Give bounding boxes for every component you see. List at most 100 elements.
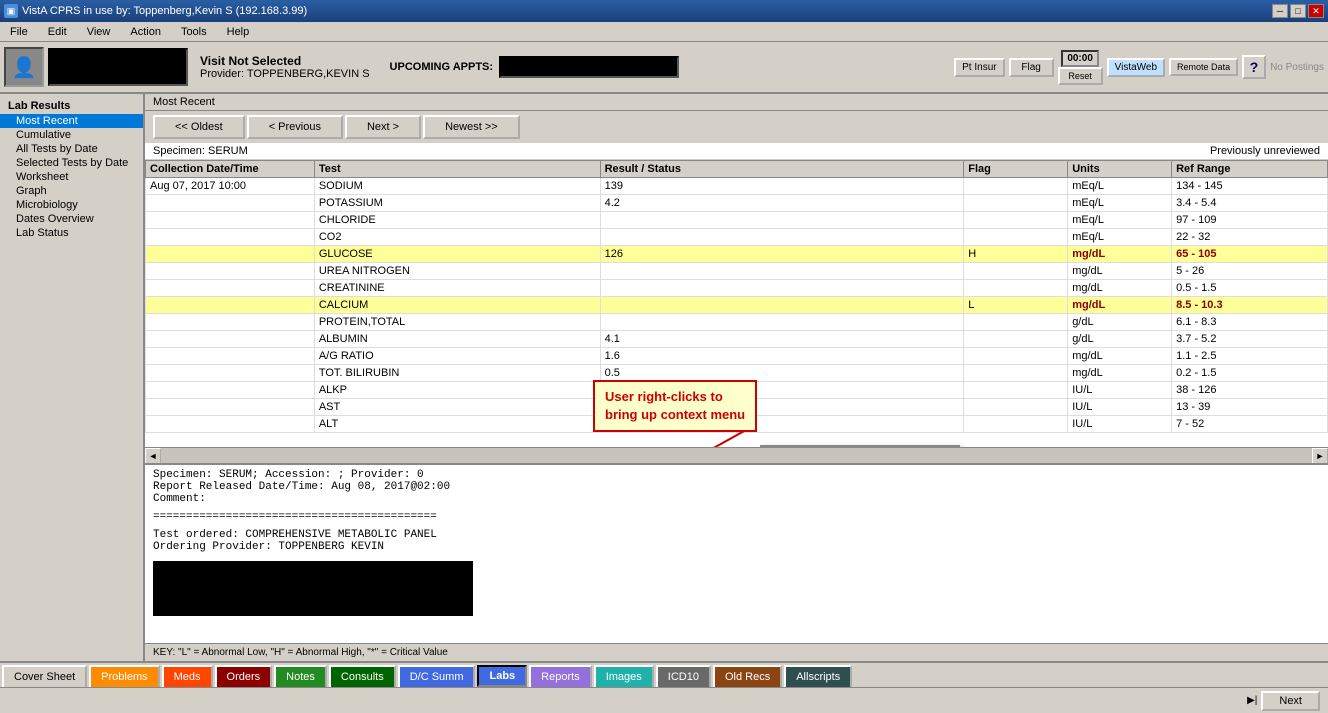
- table-row[interactable]: CREATININE mg/dL 0.5 - 1.5: [146, 280, 1328, 297]
- menu-help[interactable]: Help: [221, 24, 256, 40]
- cell-date: [146, 399, 315, 416]
- table-row[interactable]: PROTEIN,TOTAL g/dL 6.1 - 8.3: [146, 314, 1328, 331]
- oldest-button[interactable]: << Oldest: [153, 115, 245, 139]
- cell-ref: 65 - 105: [1172, 246, 1328, 263]
- table-row[interactable]: Aug 07, 2017 10:00 SODIUM 139 mEq/L 134 …: [146, 178, 1328, 195]
- menu-action[interactable]: Action: [124, 24, 167, 40]
- flag-button[interactable]: Flag: [1009, 58, 1054, 77]
- tab-allscripts[interactable]: Allscripts: [784, 665, 852, 687]
- cell-result: [600, 229, 964, 246]
- tab-oldrecs[interactable]: Old Recs: [713, 665, 782, 687]
- sidebar-item-worksheet[interactable]: Worksheet: [0, 170, 143, 184]
- cell-result: [600, 314, 964, 331]
- sidebar-item-microbiology[interactable]: Microbiology: [0, 198, 143, 212]
- sidebar-item-cumulative[interactable]: Cumulative: [0, 128, 143, 142]
- table-row[interactable]: UREA NITROGEN mg/dL 5 - 26: [146, 263, 1328, 280]
- pt-insur-button[interactable]: Pt Insur: [954, 58, 1004, 77]
- tab-cover-sheet[interactable]: Cover Sheet: [2, 665, 87, 687]
- reset-button[interactable]: Reset: [1058, 67, 1103, 85]
- lab-table-wrapper[interactable]: Collection Date/Time Test Result / Statu…: [145, 160, 1328, 447]
- table-row[interactable]: A/G RATIO 1.6 mg/dL 1.1 - 2.5: [146, 348, 1328, 365]
- cell-units: mg/dL: [1068, 263, 1172, 280]
- minimize-button[interactable]: ─: [1272, 4, 1288, 18]
- cell-result: 139: [600, 178, 964, 195]
- context-menu[interactable]: Create Lab Note Ctrl+N Send Lab Alert Ct…: [760, 445, 960, 447]
- cell-test: PROTEIN,TOTAL: [314, 314, 600, 331]
- tab-notes[interactable]: Notes: [274, 665, 327, 687]
- sidebar-item-dates-overview[interactable]: Dates Overview: [0, 212, 143, 226]
- cell-test: AST: [314, 399, 600, 416]
- table-row[interactable]: CALCIUM L mg/dL 8.5 - 10.3: [146, 297, 1328, 314]
- cell-test: UREA NITROGEN: [314, 263, 600, 280]
- close-button[interactable]: ✕: [1308, 4, 1324, 18]
- cell-date: [146, 212, 315, 229]
- right-buttons[interactable]: Pt Insur Flag 00:00 Reset VistaWeb Remot…: [954, 50, 1324, 85]
- tab-meds[interactable]: Meds: [162, 665, 213, 687]
- avatar: 👤: [4, 47, 44, 87]
- menu-file[interactable]: File: [4, 24, 34, 40]
- bottom-text-area[interactable]: Specimen: SERUM; Accession: ; Provider: …: [145, 465, 1328, 643]
- cell-test: A/G RATIO: [314, 348, 600, 365]
- sidebar-item-all-tests[interactable]: All Tests by Date: [0, 142, 143, 156]
- window-controls[interactable]: ─ □ ✕: [1272, 4, 1324, 18]
- sidebar-item-lab-status[interactable]: Lab Status: [0, 226, 143, 240]
- status-next-button[interactable]: Next: [1261, 691, 1320, 711]
- col-test: Test: [314, 161, 600, 178]
- cell-flag: [964, 399, 1068, 416]
- table-row[interactable]: TOT. BILIRUBIN 0.5 mg/dL 0.2 - 1.5: [146, 365, 1328, 382]
- cell-result: 126: [600, 246, 964, 263]
- cell-flag: [964, 416, 1068, 433]
- table-row[interactable]: ALBUMIN 4.1 g/dL 3.7 - 5.2: [146, 331, 1328, 348]
- menu-tools[interactable]: Tools: [175, 24, 213, 40]
- menu-view[interactable]: View: [81, 24, 117, 40]
- previous-button[interactable]: < Previous: [247, 115, 343, 139]
- horizontal-scrollbar[interactable]: ◄ ►: [145, 447, 1328, 463]
- cell-units: mEq/L: [1068, 229, 1172, 246]
- next-icon: ▶|: [1247, 695, 1257, 706]
- cell-date: [146, 263, 315, 280]
- table-row[interactable]: CO2 mEq/L 22 - 32: [146, 229, 1328, 246]
- remote-data-button[interactable]: Remote Data: [1169, 58, 1238, 76]
- tab-consults[interactable]: Consults: [329, 665, 396, 687]
- table-row[interactable]: GLUCOSE 126 H mg/dL 65 - 105: [146, 246, 1328, 263]
- scroll-right-button[interactable]: ►: [1312, 448, 1328, 464]
- tab-icd10[interactable]: ICD10: [656, 665, 711, 687]
- scroll-left-button[interactable]: ◄: [145, 448, 161, 464]
- cell-test: CO2: [314, 229, 600, 246]
- key-label: KEY: "L" = Abnormal Low, "H" = Abnormal …: [153, 647, 448, 658]
- tab-images[interactable]: Images: [594, 665, 654, 687]
- menu-edit[interactable]: Edit: [42, 24, 73, 40]
- upcoming-section: UPCOMING APPTS:: [390, 56, 680, 78]
- newest-button[interactable]: Newest >>: [423, 115, 520, 139]
- tab-labs[interactable]: Labs: [477, 665, 527, 687]
- sidebar-item-selected-tests[interactable]: Selected Tests by Date: [0, 156, 143, 170]
- cell-ref: 3.7 - 5.2: [1172, 331, 1328, 348]
- tab-orders[interactable]: Orders: [215, 665, 273, 687]
- cell-flag: H: [964, 246, 1068, 263]
- bottom-line2: Report Released Date/Time: Aug 08, 2017@…: [153, 481, 1320, 493]
- tab-problems[interactable]: Problems: [89, 665, 159, 687]
- cell-date: [146, 280, 315, 297]
- no-postings-label: No Postings: [1270, 62, 1324, 73]
- vistaweb-button[interactable]: VistaWeb: [1107, 58, 1165, 77]
- help-button[interactable]: ?: [1242, 55, 1266, 79]
- upcoming-box: [499, 56, 679, 78]
- upcoming-label: UPCOMING APPTS:: [390, 61, 494, 73]
- specimen-label: Specimen: SERUM: [153, 145, 248, 157]
- table-row[interactable]: CHLORIDE mEq/L 97 - 109: [146, 212, 1328, 229]
- tab-dcsum[interactable]: D/C Summ: [398, 665, 476, 687]
- redacted-box: [153, 561, 473, 616]
- specimen-bar: Specimen: SERUM Previously unreviewed: [145, 143, 1328, 160]
- tab-reports[interactable]: Reports: [529, 665, 592, 687]
- cell-ref: 38 - 126: [1172, 382, 1328, 399]
- maximize-button[interactable]: □: [1290, 4, 1306, 18]
- scroll-track[interactable]: [161, 448, 1312, 463]
- cell-units: mg/dL: [1068, 348, 1172, 365]
- key-bar: KEY: "L" = Abnormal Low, "H" = Abnormal …: [145, 643, 1328, 661]
- sidebar-item-most-recent[interactable]: Most Recent: [0, 114, 143, 128]
- next-button[interactable]: Next >: [345, 115, 421, 139]
- table-row[interactable]: POTASSIUM 4.2 mEq/L 3.4 - 5.4: [146, 195, 1328, 212]
- cell-flag: [964, 382, 1068, 399]
- bottom-line3: Comment:: [153, 493, 1320, 505]
- sidebar-item-graph[interactable]: Graph: [0, 184, 143, 198]
